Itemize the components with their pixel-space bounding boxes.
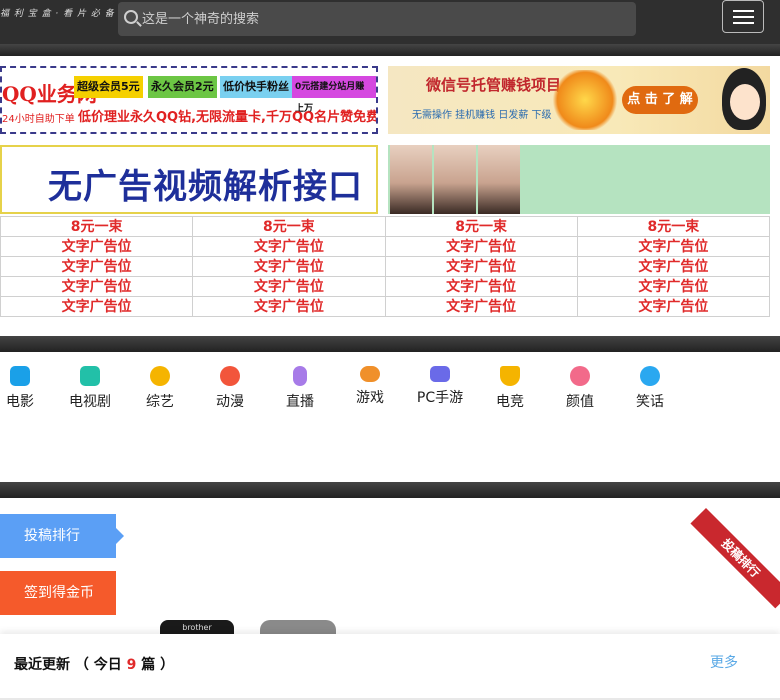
menu-bar-icon [733,16,754,18]
coin-burst-image [550,70,620,130]
table-row: 文字广告位 文字广告位 文字广告位 文字广告位 [0,236,771,257]
text-ad-cell[interactable]: 文字广告位 [576,256,771,277]
cat-face-icon [220,366,240,386]
sign-in-coins-button[interactable]: 签到得金币 [0,571,116,615]
smile-icon [640,366,660,386]
text-ad-table: 8元一束 8元一束 8元一束 8元一束 文字广告位 文字广告位 文字广告位 文字… [0,216,771,317]
category-game[interactable]: 游戏 [339,366,401,407]
text-ad-cell[interactable]: 文字广告位 [576,296,771,317]
table-row: 文字广告位 文字广告位 文字广告位 文字广告位 [0,276,771,297]
menu-bar-icon [733,10,754,12]
table-row: 文字广告位 文字广告位 文字广告位 文字广告位 [0,296,771,317]
text-ad-cell[interactable]: 文字广告位 [384,256,578,277]
recent-updates-bar: 最近更新 （ 今日 9 篇 ） 更多 [0,634,780,700]
ad-photo [478,145,520,214]
category-looks[interactable]: 颜值 [549,366,611,411]
category-anime[interactable]: 动漫 [199,366,261,411]
ad-tag: 永久会员2元 [148,76,217,98]
category-movie[interactable]: 电影 [0,366,51,411]
recent-updates-title: 最近更新 （ 今日 9 篇 ） [14,654,174,674]
category-label: 游戏 [356,390,384,406]
category-jokes[interactable]: 笑话 [619,366,681,411]
photo-ad[interactable] [388,145,770,214]
category-label: 电竞 [496,394,524,410]
menu-bar-icon [733,22,754,24]
recent-suffix: 篇 ） [136,657,175,673]
gamepad-icon [360,366,380,382]
wechat-money-ad[interactable]: 微信号托管赚钱项目 无需操作 挂机赚钱 日发薪 下级 点 击 了 解 [388,66,770,134]
text-ad-cell[interactable]: 文字广告位 [576,276,771,297]
movie-icon [10,366,30,386]
separator-band [0,44,780,56]
learn-more-button[interactable]: 点 击 了 解 [622,86,698,114]
recent-prefix: 最近更新 （ 今日 [14,657,127,673]
category-label: 动漫 [216,394,244,410]
category-label: 电影 [6,394,34,410]
category-variety[interactable]: 综艺 [129,366,191,411]
text-ad-cell[interactable]: 文字广告位 [0,276,194,297]
more-link[interactable]: 更多 [710,652,738,672]
text-ad-cell[interactable]: 文字广告位 [384,276,578,297]
girl-icon [570,366,590,386]
ad-tag: 低价快手粉丝 [220,76,292,98]
today-count: 9 [126,657,137,673]
top-navbar: 福 利 宝 盒 · 看 片 必 备 [0,0,780,44]
search-box[interactable] [118,2,636,36]
category-label: 颜值 [566,394,594,410]
text-ad-cell[interactable]: 文字广告位 [192,256,386,277]
text-ad-cell[interactable]: 文字广告位 [192,296,386,317]
star-icon [150,366,170,386]
ad-slogan: 低价理业永久QQ钻,无限流量卡,千万QQ名片赞免费送不停 [78,110,378,125]
ad-photo [434,145,476,214]
cartoon-girl-image [722,68,766,130]
ad-subtitle: 24小时自助下单 [2,114,75,125]
site-logo[interactable]: 福 利 宝 盒 · 看 片 必 备 [0,6,115,19]
tv-icon [80,366,100,386]
category-live[interactable]: 直播 [269,366,331,411]
text-ad-cell[interactable]: 文字广告位 [192,236,386,257]
text-ad-cell[interactable]: 文字广告位 [384,236,578,257]
category-esports[interactable]: 电竞 [479,366,541,411]
text-ad-cell[interactable]: 8元一束 [192,216,386,237]
category-label: 电视剧 [69,394,111,410]
category-label: 直播 [286,394,314,410]
separator-band [0,482,780,498]
text-ad-cell[interactable]: 文字广告位 [576,236,771,257]
ad-tag: 超级会员5元 [74,76,143,98]
category-pc-mobile-games[interactable]: PC手游 [409,366,471,407]
video-parse-ad[interactable]: 无广告视频解析接口 [0,145,378,214]
text-ad-cell[interactable]: 文字广告位 [0,256,194,277]
hamburger-menu-button[interactable] [722,0,764,33]
search-input[interactable] [142,8,622,30]
category-nav: 电影 电视剧 综艺 动漫 直播 游戏 PC手游 电竞 颜值 笑话 [0,352,770,482]
devices-icon [430,366,450,382]
submission-rank-button[interactable]: 投稿排行 [0,514,124,558]
category-label: PC手游 [416,390,464,406]
category-label: 笑话 [636,394,664,410]
trophy-icon [500,366,520,386]
text-ad-cell[interactable]: 文字广告位 [192,276,386,297]
text-ad-cell[interactable]: 8元一束 [384,216,578,237]
microphone-icon [293,366,307,386]
ad-title: 无广告视频解析接口 [48,167,363,207]
ad-tag: 0元搭建分站月赚上万 [292,76,376,114]
text-ad-cell[interactable]: 8元一束 [0,216,194,237]
category-label: 综艺 [146,394,174,410]
qq-business-ad[interactable]: QQ业务网 24小时自助下单 超级会员5元 永久会员2元 低价快手粉丝 0元搭建… [0,66,378,134]
table-row: 文字广告位 文字广告位 文字广告位 文字广告位 [0,256,771,277]
search-icon [124,10,138,24]
table-row: 8元一束 8元一束 8元一束 8元一束 [0,216,771,237]
text-ad-cell[interactable]: 文字广告位 [0,236,194,257]
category-tv[interactable]: 电视剧 [59,366,121,411]
text-ad-cell[interactable]: 8元一束 [576,216,771,237]
ad-subtitle: 无需操作 挂机赚钱 日发薪 下级 [412,110,552,121]
ad-photo [390,145,432,214]
text-ad-cell[interactable]: 文字广告位 [0,296,194,317]
ad-title: 微信号托管赚钱项目 [426,76,562,94]
separator-band [0,336,780,352]
text-ad-cell[interactable]: 文字广告位 [384,296,578,317]
